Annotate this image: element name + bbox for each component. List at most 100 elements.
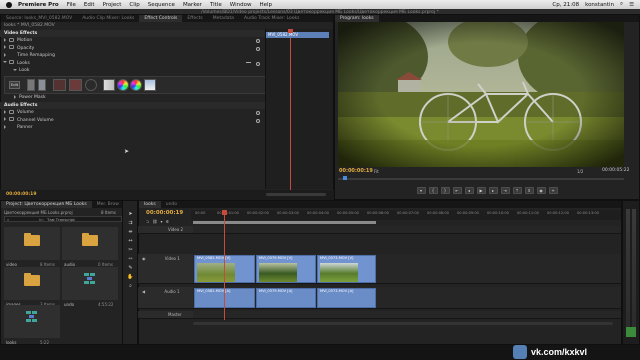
look-thumb-3[interactable] xyxy=(53,79,66,91)
fx-icon[interactable] xyxy=(9,109,14,114)
rate-stretch-tool-icon[interactable]: ↔ xyxy=(127,238,134,245)
track-header-master[interactable]: Master xyxy=(138,311,193,319)
look-thumb-5[interactable] xyxy=(103,79,115,91)
go-to-out-icon[interactable]: ⇥ xyxy=(500,186,510,194)
tab-audio-track-mixer[interactable]: Audio Track Mixer: Looks xyxy=(239,15,304,22)
step-back-icon[interactable]: ◂ xyxy=(464,186,474,194)
time-ruler[interactable]: 00:00 00:00:01:00 00:00:02:00 00:00:03:0… xyxy=(191,210,621,220)
effect-motion[interactable]: Motion xyxy=(0,37,265,45)
fx-playhead[interactable] xyxy=(290,38,291,190)
look-preview-strip[interactable]: Edit xyxy=(4,76,266,94)
power-mask[interactable]: Power Mask xyxy=(0,94,265,102)
timeline-scrollbar[interactable] xyxy=(193,322,613,325)
expand-icon[interactable] xyxy=(4,45,6,49)
bin-audio[interactable]: audio 0 Items xyxy=(62,227,126,269)
hand-tool-icon[interactable]: ✋ xyxy=(127,274,134,281)
reset-icon[interactable] xyxy=(256,111,260,115)
apple-icon[interactable] xyxy=(6,1,12,8)
collapse-icon[interactable] xyxy=(13,68,17,71)
tab-audio-clip-mixer[interactable]: Audio Clip Mixer: Looks xyxy=(77,15,139,22)
tab-media-browser[interactable]: Mer. Brow xyxy=(92,201,124,208)
look-thumb-6[interactable] xyxy=(144,79,156,91)
look-thumb-1[interactable] xyxy=(27,79,35,91)
look-param[interactable]: Look xyxy=(0,67,265,75)
menu-title[interactable]: Title xyxy=(206,2,226,8)
snap-icon[interactable]: ⊃ xyxy=(146,219,149,224)
go-to-in-icon[interactable]: ⇤ xyxy=(452,186,462,194)
program-timecode[interactable]: 00:00:00:19 xyxy=(339,168,373,174)
track-v2[interactable] xyxy=(193,226,621,234)
menu-file[interactable]: File xyxy=(63,2,80,8)
menu-help[interactable]: Help xyxy=(255,2,276,8)
mask-icon[interactable] xyxy=(246,61,251,65)
track-header-v2[interactable]: Video 2 xyxy=(138,226,193,234)
track-master[interactable] xyxy=(193,311,621,319)
lift-icon[interactable]: ⇡ xyxy=(512,186,522,194)
slip-tool-icon[interactable]: ⇿ xyxy=(127,256,134,263)
edit-button[interactable]: Edit xyxy=(9,81,20,89)
reset-icon[interactable] xyxy=(256,61,260,66)
track-header-v1[interactable]: ◉ Video 1 xyxy=(138,254,193,284)
video-clip-3[interactable]: MVI_0573.MOV [V] xyxy=(317,255,376,283)
video-clip-2[interactable]: MVI_0579.MOV [V] xyxy=(256,255,316,283)
effect-controls-timeline[interactable] xyxy=(265,29,333,189)
mark-out-icon[interactable]: } xyxy=(440,186,450,194)
effect-looks[interactable]: Looks xyxy=(0,60,265,68)
look-color-wheel-1[interactable] xyxy=(117,79,129,91)
extract-icon[interactable]: ⇞ xyxy=(524,186,534,194)
audio-clip-2[interactable]: MVI_0579.MOV [A] xyxy=(256,288,316,308)
selection-tool-icon[interactable]: ➤ xyxy=(127,211,134,218)
expand-icon[interactable] xyxy=(4,37,6,42)
play-icon[interactable]: ▶ xyxy=(476,186,486,194)
menu-marker[interactable]: Marker xyxy=(179,2,206,8)
export-frame-icon[interactable]: ◉ xyxy=(536,186,546,194)
tab-sequence-undo[interactable]: undo xyxy=(161,201,182,208)
expand-icon[interactable] xyxy=(4,117,6,121)
settings-icon[interactable]: ✲ xyxy=(165,219,168,224)
tab-effect-controls[interactable]: Effect Controls xyxy=(139,15,183,22)
tab-effects[interactable]: Effects xyxy=(182,15,207,22)
audio-clip-3[interactable]: MVI_0573.MOV [A] xyxy=(317,288,376,308)
expand-icon[interactable] xyxy=(4,52,6,57)
look-color-wheel-2[interactable] xyxy=(130,79,142,91)
bin-images[interactable]: images 3 Items xyxy=(4,267,68,309)
menu-app[interactable]: Premiere Pro xyxy=(14,2,63,8)
effect-time-remapping[interactable]: Time Remapping xyxy=(0,52,265,60)
fx-icon[interactable] xyxy=(9,37,14,42)
expand-icon[interactable] xyxy=(14,94,16,99)
menu-window[interactable]: Window xyxy=(226,2,256,8)
track-select-tool-icon[interactable]: ⇉ xyxy=(127,220,134,227)
effect-channel-volume[interactable]: Channel Volume xyxy=(0,117,265,125)
razor-tool-icon[interactable]: ✂ xyxy=(127,247,134,254)
zoom-tool-icon[interactable]: ⌕ xyxy=(127,283,134,290)
fx-playhead-handle[interactable] xyxy=(288,29,293,33)
fx-icon[interactable] xyxy=(9,60,14,64)
fx-icon[interactable] xyxy=(9,45,14,49)
sequence-undo[interactable]: undo 4:55:22 xyxy=(62,267,126,309)
effect-panner[interactable]: Panner xyxy=(0,124,265,132)
fit-dropdown[interactable]: Fit xyxy=(374,169,379,174)
bin-video[interactable]: video 8 Items xyxy=(4,227,68,269)
resolution-dropdown[interactable]: 1/2 xyxy=(577,169,583,174)
pen-tool-icon[interactable]: ✎ xyxy=(127,265,134,272)
add-marker-icon[interactable]: ▾ xyxy=(160,219,162,224)
eye-icon[interactable]: ◉ xyxy=(142,256,146,261)
mark-in-icon[interactable]: { xyxy=(428,186,438,194)
search-in-value[interactable]: Там Тransсript xyxy=(47,217,75,222)
step-forward-icon[interactable]: ▸ xyxy=(488,186,498,194)
effect-opacity[interactable]: Opacity xyxy=(0,45,265,53)
look-thumb-vignette[interactable] xyxy=(85,79,97,91)
reset-icon[interactable] xyxy=(256,39,260,43)
spotlight-icon[interactable]: ⌕ xyxy=(620,1,623,8)
reset-icon[interactable] xyxy=(256,46,260,51)
tab-metadata[interactable]: Metadata xyxy=(208,15,239,22)
tab-program[interactable]: Program: looks xyxy=(335,15,379,22)
program-scrub-bar[interactable] xyxy=(338,178,624,180)
timeline-playhead-handle[interactable] xyxy=(222,210,227,215)
work-area-bar[interactable] xyxy=(193,221,376,224)
menu-clip[interactable]: Clip xyxy=(125,2,143,8)
linked-selection-icon[interactable]: ⛓ xyxy=(152,219,157,224)
tab-sequence-looks[interactable]: looks xyxy=(139,201,161,208)
marker-icon[interactable]: ▾ xyxy=(416,186,426,194)
menu-edit[interactable]: Edit xyxy=(80,2,99,8)
